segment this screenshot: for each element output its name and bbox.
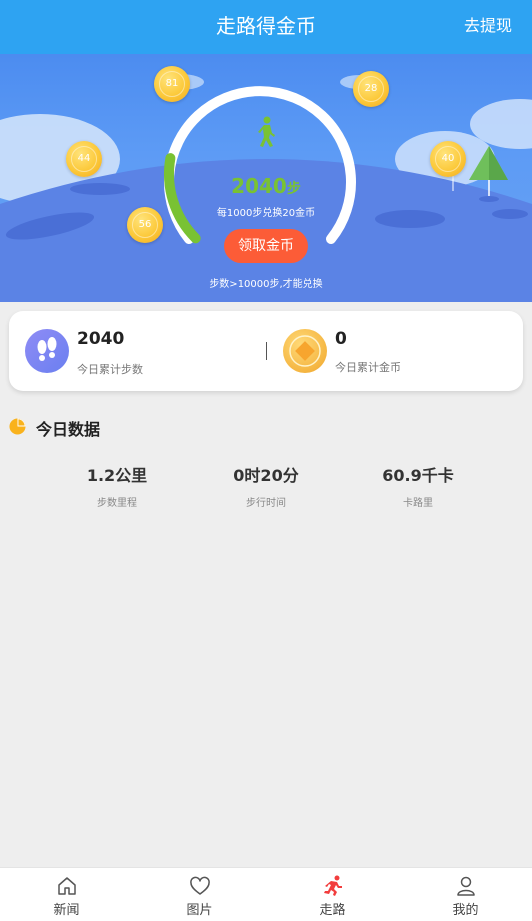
distance-value: 1.2公里 <box>86 466 148 485</box>
nav-item-pictures[interactable]: 图片 <box>133 868 266 921</box>
nav-label: 走路 <box>319 903 346 918</box>
bottom-nav: 新闻 图片 走路 我的 <box>0 867 532 921</box>
calories-value: 60.9千卡 <box>382 466 454 485</box>
running-icon <box>323 875 342 896</box>
bonus-coin[interactable]: 40 <box>430 141 466 177</box>
duration-metric: 0时20分 步行时间 <box>201 462 331 509</box>
total-steps-value: 2040 <box>77 329 125 349</box>
bonus-coin[interactable]: 44 <box>66 141 102 177</box>
stats-divider <box>266 342 267 360</box>
distance-metric: 1.2公里 步数里程 <box>52 462 182 509</box>
today-data-title: 今日数据 <box>36 420 101 439</box>
calories-metric: 60.9千卡 卡路里 <box>353 462 483 509</box>
current-steps-display: 2040步 <box>0 174 532 198</box>
nav-item-me[interactable]: 我的 <box>399 868 532 921</box>
walking-person-icon <box>258 116 275 147</box>
total-steps-label: 今日累计步数 <box>77 363 143 376</box>
withdraw-button[interactable]: 去提现 <box>464 0 512 54</box>
pie-chart-icon <box>9 418 26 435</box>
page-title: 走路得金币 <box>216 14 316 38</box>
nav-item-walk[interactable]: 走路 <box>266 868 399 921</box>
duration-label: 步行时间 <box>246 498 286 509</box>
home-icon <box>57 877 76 895</box>
exchange-rate-text: 每1000步兑换20金币 <box>216 208 316 219</box>
user-icon <box>456 876 475 896</box>
calories-label: 卡路里 <box>403 498 433 509</box>
steps-unit: 步 <box>286 181 301 197</box>
daily-stats-card: 2040 今日累计步数 0 今日累计金币 <box>9 311 523 391</box>
nav-label: 图片 <box>186 903 213 918</box>
bonus-coin[interactable]: 28 <box>353 71 389 107</box>
total-coins-value: 0 <box>335 329 347 349</box>
heart-icon <box>189 876 210 895</box>
exchange-threshold-hint: 步数>10000步,才能兑换 <box>209 279 323 290</box>
nav-label: 新闻 <box>53 903 80 918</box>
nav-item-news[interactable]: 新闻 <box>0 868 133 921</box>
nav-label: 我的 <box>452 903 479 918</box>
claim-coins-button[interactable]: 领取金币 <box>224 229 308 263</box>
step-hero-banner: 81 28 44 40 56 2040步 每1000步兑换20金币 领取金币 步… <box>0 54 532 302</box>
footprints-icon <box>25 329 69 373</box>
distance-label: 步数里程 <box>97 498 137 509</box>
bonus-coin[interactable]: 81 <box>154 66 190 102</box>
duration-value: 0时20分 <box>233 466 299 485</box>
coin-icon <box>283 329 327 373</box>
current-steps-value: 2040 <box>231 174 287 198</box>
total-coins-label: 今日累计金币 <box>335 361 401 374</box>
app-header: 走路得金币 去提现 <box>0 0 532 54</box>
